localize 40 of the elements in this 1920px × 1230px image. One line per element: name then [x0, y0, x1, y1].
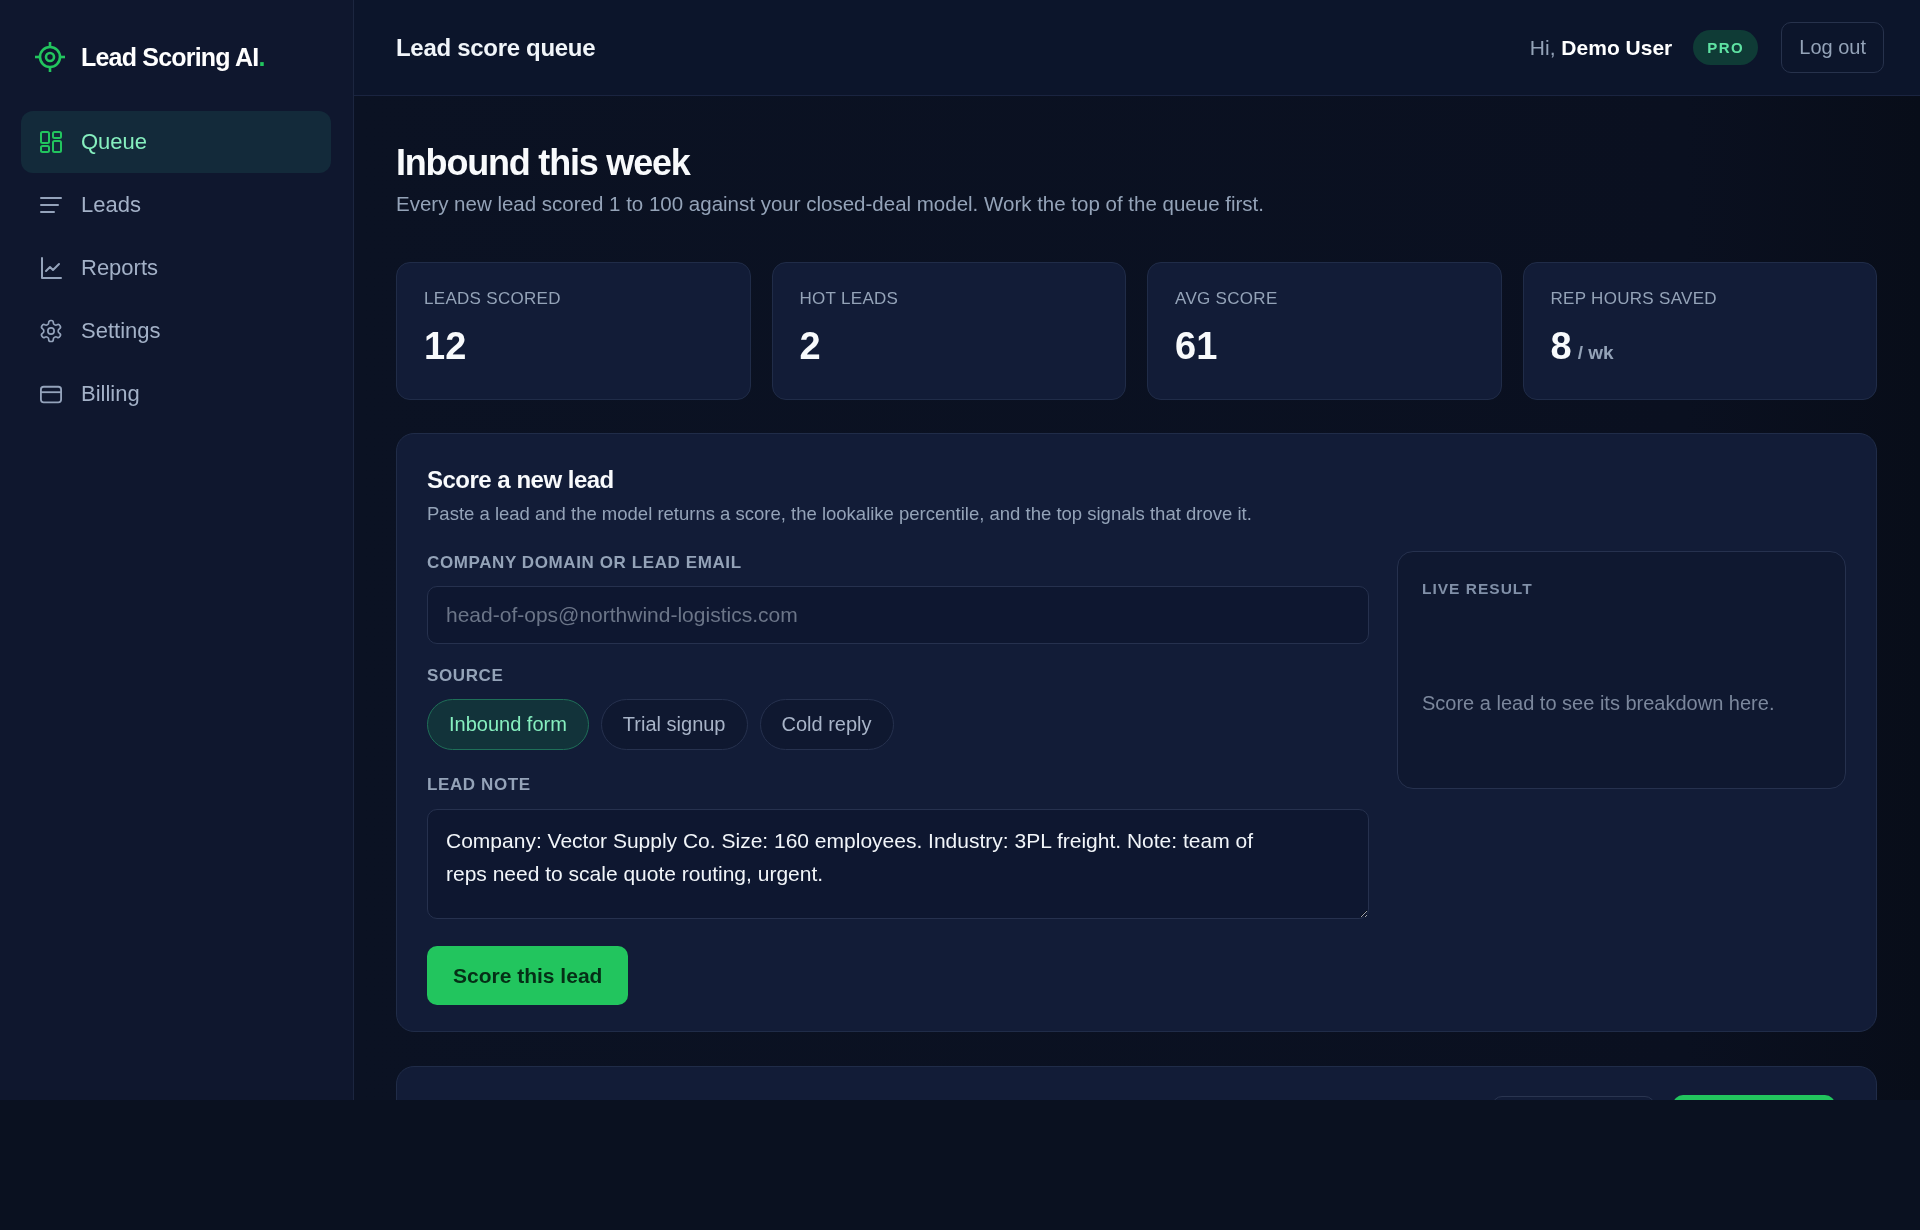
section-subtitle: Every new lead scored 1 to 100 against your closed-deal model. Work the top of the queue first. — [396, 191, 1265, 217]
stat-label: LEADS SCORED — [424, 288, 562, 310]
note-textarea[interactable]: Company: Vector Supply Co. Size: 160 employees. Industry: 3PL freight. Note: team of reps need to scale quote routing, urgent. — [427, 809, 1369, 919]
stat-value: 12 — [424, 324, 467, 368]
plan-badge: PRO — [1693, 30, 1759, 65]
credit-card-icon — [40, 384, 62, 404]
brand-name: Lead Scoring AI. — [81, 42, 265, 72]
page-title: Lead score queue — [396, 33, 597, 62]
lines-icon — [40, 196, 62, 214]
section-title: Inbound this week — [396, 141, 692, 185]
grid-icon — [40, 131, 62, 153]
empty-state-text: Score a lead to see its breakdown here. — [1422, 691, 1776, 716]
sidebar-item[interactable]: Billing — [21, 363, 331, 425]
source-chip[interactable]: Inbound form — [427, 699, 589, 750]
card-title: Score a new lead — [427, 465, 615, 495]
stat-unit: / wk — [1577, 342, 1614, 364]
card-description: Paste a lead and the model returns a score, the lookalike percentile, and the top signals that drove it. — [427, 502, 1253, 526]
field-label: COMPANY DOMAIN OR LEAD EMAIL — [427, 552, 743, 574]
sidebar-item[interactable]: Leads — [21, 174, 331, 236]
sidebar-item[interactable]: Queue — [21, 111, 331, 173]
greeting-text: Hi, Demo User — [1529, 35, 1673, 60]
sidebar-item[interactable]: Reports — [21, 237, 331, 299]
stat-value: 8 — [1550, 324, 1572, 368]
panel-label: LIVE RESULT — [1422, 579, 1534, 599]
stat-label: AVG SCORE — [1175, 288, 1279, 310]
source-chip[interactable]: Cold reply — [759, 699, 894, 750]
stat-value: 61 — [1175, 324, 1218, 368]
stat-label: HOT LEADS — [799, 288, 900, 310]
field-label: SOURCE — [427, 665, 505, 687]
logout-button[interactable]: Log out — [1781, 22, 1884, 73]
settings-icon — [40, 318, 62, 344]
score-button[interactable]: Score this lead — [427, 946, 629, 1005]
source-chip[interactable]: Trial signup — [600, 699, 748, 750]
stat-value: 2 — [799, 324, 821, 368]
domain-input[interactable]: head-of-ops@northwind-logistics.com — [427, 586, 1369, 644]
sidebar-item[interactable]: Settings — [21, 300, 331, 362]
field-label: LEAD NOTE — [427, 774, 532, 796]
stat-label: REP HOURS SAVED — [1550, 288, 1718, 310]
target-icon — [35, 41, 65, 73]
line-chart-icon — [40, 257, 62, 279]
